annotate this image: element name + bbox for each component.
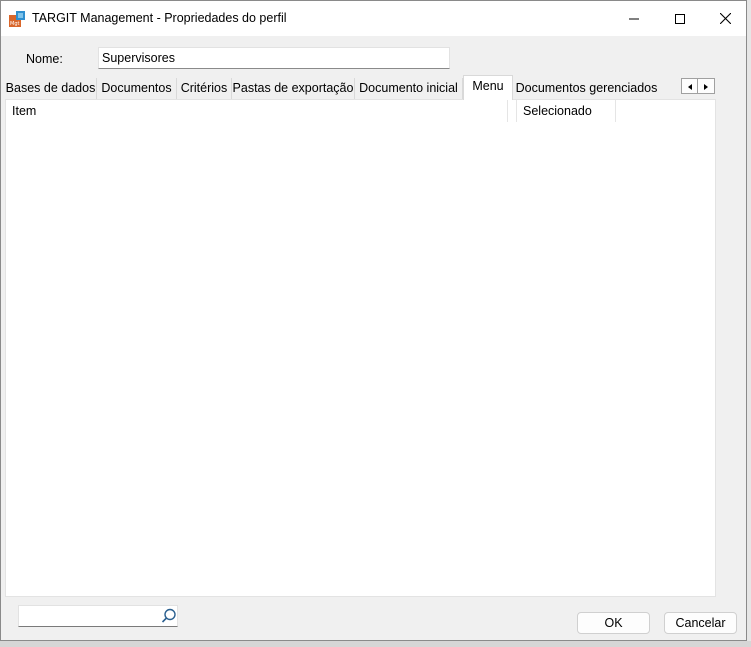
close-button[interactable] xyxy=(702,1,748,36)
title-bar[interactable]: Mgt TARGIT Management - Propriedades do … xyxy=(1,1,746,36)
menu-items-list[interactable]: Item Selecionado xyxy=(5,99,716,597)
window-title: TARGIT Management - Propriedades do perf… xyxy=(32,11,287,25)
column-header-item[interactable]: Item xyxy=(6,100,508,122)
cancel-button[interactable]: Cancelar xyxy=(664,612,737,634)
search-box xyxy=(18,605,178,627)
arrow-left-icon xyxy=(687,79,693,93)
tab-documentos[interactable]: Documentos xyxy=(97,78,177,99)
tab-criterios[interactable]: Critérios xyxy=(177,78,232,99)
minimize-button[interactable] xyxy=(611,1,657,36)
tab-scroll-right-button[interactable] xyxy=(698,78,715,94)
background-bottom xyxy=(0,641,751,647)
maximize-icon xyxy=(675,13,685,24)
mgt-app-icon: Mgt xyxy=(9,11,25,27)
tab-scroll-left-button[interactable] xyxy=(681,78,698,94)
tab-strip: Bases de dados Documentos Critérios Past… xyxy=(5,75,665,100)
search-icon[interactable] xyxy=(161,608,177,624)
name-label: Nome: xyxy=(26,52,63,66)
name-field[interactable] xyxy=(98,47,450,69)
svg-text:Mgt: Mgt xyxy=(10,21,19,27)
tab-pastas-de-exportacao[interactable]: Pastas de exportação xyxy=(232,78,355,99)
search-input[interactable] xyxy=(21,607,161,627)
maximize-button[interactable] xyxy=(657,1,703,36)
tab-bases-de-dados[interactable]: Bases de dados xyxy=(5,78,97,99)
tab-scroll-arrows xyxy=(681,78,717,94)
minimize-icon xyxy=(629,14,639,24)
ok-button[interactable]: OK xyxy=(577,612,650,634)
arrow-right-icon xyxy=(703,79,709,93)
tab-documentos-gerenciados[interactable]: Documentos gerenciados xyxy=(513,78,660,99)
profile-properties-dialog: Mgt TARGIT Management - Propriedades do … xyxy=(0,0,747,641)
background-edge xyxy=(747,0,751,647)
column-header-selecionado[interactable]: Selecionado xyxy=(516,100,616,122)
close-icon xyxy=(719,13,731,24)
tab-documento-inicial[interactable]: Documento inicial xyxy=(355,78,463,99)
list-header: Item Selecionado xyxy=(6,100,715,122)
tab-menu[interactable]: Menu xyxy=(463,75,513,100)
